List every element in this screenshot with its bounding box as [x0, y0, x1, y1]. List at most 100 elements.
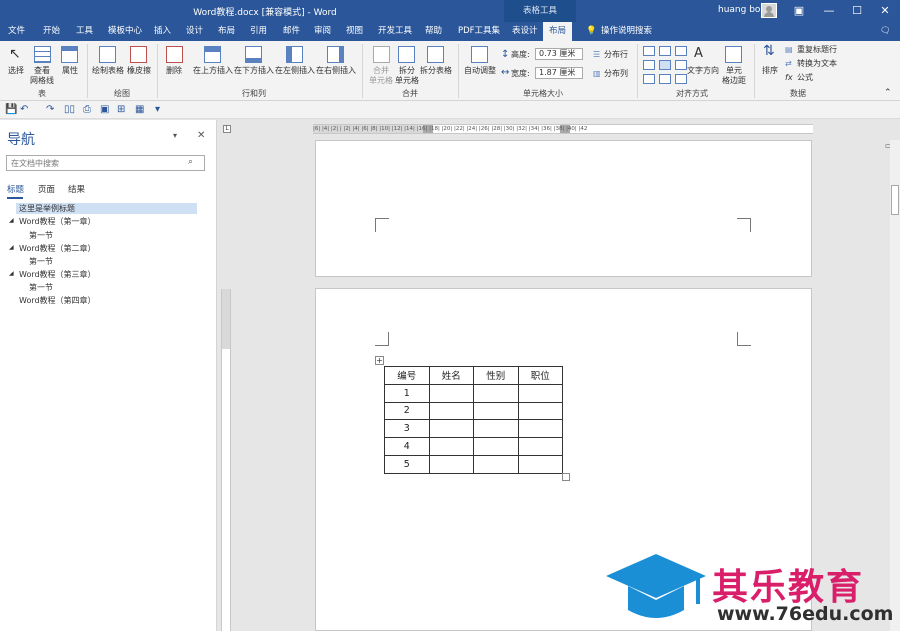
nav-heading-item[interactable]: 第一节: [29, 256, 53, 267]
tab-table-design[interactable]: 表设计: [512, 22, 538, 41]
insert-above-button[interactable]: 在上方插入: [193, 66, 233, 76]
table-cell[interactable]: [517, 437, 563, 456]
page-1[interactable]: [315, 140, 812, 277]
close-icon[interactable]: ✕: [870, 0, 900, 22]
merge-cells-button[interactable]: 合并 单元格: [367, 66, 395, 86]
table-move-handle-icon[interactable]: +: [375, 356, 384, 365]
tab-developer[interactable]: 开发工具: [378, 22, 412, 41]
search-icon[interactable]: ⌕: [188, 157, 193, 167]
table-cell[interactable]: 4: [384, 437, 430, 456]
table-cell[interactable]: [428, 454, 474, 474]
nav-options-icon[interactable]: ▾: [173, 131, 177, 140]
insert-right-button[interactable]: 在右侧插入: [316, 66, 356, 76]
table-header-cell[interactable]: 职位: [517, 366, 563, 385]
table-cell[interactable]: [517, 419, 563, 439]
formula-button[interactable]: 公式: [797, 73, 813, 83]
align-top-right-icon[interactable]: [675, 46, 687, 56]
table-cell[interactable]: [473, 419, 519, 439]
align-bottom-center-icon[interactable]: [659, 74, 671, 84]
table-cell[interactable]: [428, 383, 474, 403]
ribbon-display-icon[interactable]: ▣: [784, 0, 814, 22]
text-direction-button[interactable]: 文字方向: [686, 66, 720, 76]
tab-insert[interactable]: 插入: [154, 22, 171, 41]
table-cell[interactable]: [428, 437, 474, 456]
align-middle-left-icon[interactable]: [643, 60, 655, 70]
undo-icon[interactable]: ↶: [20, 104, 28, 115]
user-name[interactable]: huang bo: [718, 5, 760, 15]
tab-view[interactable]: 视图: [346, 22, 363, 41]
align-middle-center-icon[interactable]: [659, 60, 671, 70]
table-header-cell[interactable]: 姓名: [428, 366, 474, 385]
table-cell[interactable]: [473, 454, 519, 474]
collapse-icon[interactable]: ◢: [9, 270, 14, 277]
columns-icon[interactable]: ▯▯: [64, 104, 75, 115]
open-icon[interactable]: ▣: [100, 104, 109, 115]
image-icon[interactable]: ⊞: [117, 104, 125, 115]
data-table[interactable]: 编号 姓名 性别 职位 1 2 3 4 5: [384, 366, 563, 474]
tab-home[interactable]: 开始: [43, 22, 60, 41]
nav-heading-item[interactable]: Word教程（第一章）: [19, 216, 96, 227]
print-preview-icon[interactable]: ⎙: [83, 104, 91, 115]
layout-icon[interactable]: ▦: [135, 104, 144, 115]
table-cell[interactable]: 5: [384, 454, 430, 474]
save-icon[interactable]: 💾: [5, 104, 17, 115]
tab-pdf-tools[interactable]: PDF工具集: [458, 22, 500, 41]
horizontal-ruler[interactable]: |6| |4| |2| | |2| |4| |6| |8| |10| |12| …: [313, 124, 813, 134]
tab-selector-icon[interactable]: L: [223, 125, 231, 133]
nav-search-input[interactable]: 在文档中搜索: [6, 155, 205, 171]
tab-layout[interactable]: 布局: [218, 22, 235, 41]
table-cell[interactable]: [517, 401, 563, 421]
tell-me-search[interactable]: 操作说明搜索: [601, 22, 652, 41]
sort-button[interactable]: 排序: [760, 66, 780, 76]
tab-table-layout[interactable]: 布局: [543, 22, 573, 41]
eraser-button[interactable]: 橡皮擦: [126, 66, 152, 76]
nav-heading-item[interactable]: 第一节: [29, 282, 53, 293]
vertical-ruler[interactable]: [221, 289, 231, 631]
draw-table-button[interactable]: 绘制表格: [91, 66, 125, 76]
table-cell[interactable]: 3: [384, 419, 430, 439]
delete-button[interactable]: 删除: [162, 66, 186, 76]
table-cell[interactable]: [473, 401, 519, 421]
tab-design[interactable]: 设计: [186, 22, 203, 41]
distribute-rows-button[interactable]: 分布行: [604, 50, 628, 60]
table-cell[interactable]: [428, 419, 474, 439]
nav-tab-headings[interactable]: 标题: [7, 183, 24, 195]
split-table-button[interactable]: 拆分表格: [419, 66, 453, 76]
split-cells-button[interactable]: 拆分 单元格: [393, 66, 421, 86]
width-field[interactable]: 1.87 厘米: [535, 67, 583, 79]
nav-heading-item[interactable]: Word教程（第二章）: [19, 243, 96, 254]
collapse-ribbon-icon[interactable]: ⌃: [884, 88, 892, 98]
tab-help[interactable]: 帮助: [425, 22, 442, 41]
nav-close-icon[interactable]: ✕: [197, 130, 205, 141]
insert-below-button[interactable]: 在下方插入: [234, 66, 274, 76]
table-cell[interactable]: [473, 383, 519, 403]
customize-qat-icon[interactable]: ▾: [155, 104, 160, 115]
table-header-cell[interactable]: 性别: [473, 366, 519, 385]
tab-references[interactable]: 引用: [250, 22, 267, 41]
tab-tools[interactable]: 工具: [76, 22, 93, 41]
table-cell[interactable]: [517, 454, 563, 474]
table-resize-handle[interactable]: [562, 473, 570, 481]
tab-mailings[interactable]: 邮件: [283, 22, 300, 41]
align-bottom-left-icon[interactable]: [643, 74, 655, 84]
convert-to-text-button[interactable]: 转换为文本: [797, 59, 837, 69]
distribute-cols-button[interactable]: 分布列: [604, 69, 628, 79]
repeat-header-button[interactable]: 重复标题行: [797, 45, 837, 55]
redo-icon[interactable]: ↷: [46, 104, 54, 115]
nav-heading-item[interactable]: 这里是举例标题: [16, 203, 197, 214]
table-cell[interactable]: [428, 401, 474, 421]
view-gridlines-button[interactable]: 查看 网格线: [28, 66, 56, 86]
table-header-cell[interactable]: 编号: [384, 366, 430, 385]
table-cell[interactable]: [473, 437, 519, 456]
nav-heading-item[interactable]: Word教程（第四章）: [19, 295, 96, 306]
collapse-icon[interactable]: ◢: [9, 244, 14, 251]
avatar[interactable]: [761, 3, 777, 18]
minimize-icon[interactable]: —: [814, 0, 844, 22]
table-cell[interactable]: 2: [384, 401, 430, 421]
cell-margins-button[interactable]: 单元 格边距: [721, 66, 747, 86]
nav-heading-item[interactable]: Word教程（第三章）: [19, 269, 96, 280]
align-top-center-icon[interactable]: [659, 46, 671, 56]
scrollbar-thumb[interactable]: [891, 185, 899, 215]
align-top-left-icon[interactable]: [643, 46, 655, 56]
comments-icon[interactable]: 🗨: [880, 22, 891, 41]
